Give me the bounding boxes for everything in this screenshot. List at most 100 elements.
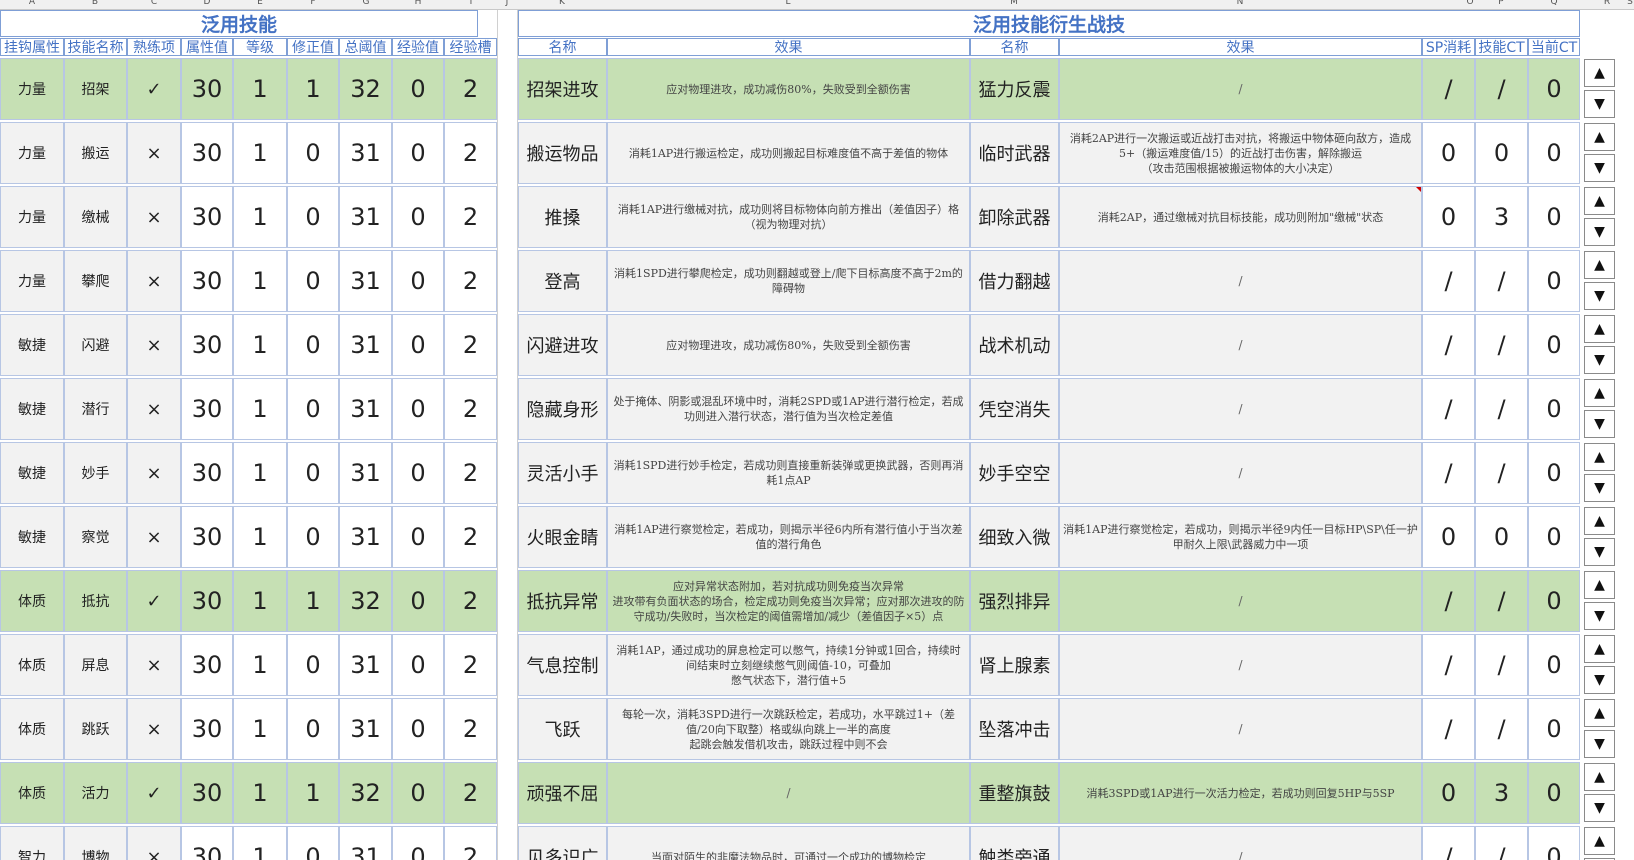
spin-up-button[interactable]: ▲ — [1584, 59, 1615, 87]
derived-effect-cell[interactable]: 应对异常状态附加，若对抗成功则免疫当次异常 进攻带有负面状态的场合，检定成功则免… — [607, 570, 970, 632]
spin-up-button[interactable]: ▲ — [1584, 571, 1615, 599]
exp-cell[interactable]: 0 — [392, 314, 444, 376]
tech-effect-cell[interactable]: 消耗2AP，通过缴械对抗目标技能，成功则附加"缴械"状态 — [1059, 186, 1422, 248]
total-cell[interactable]: 31 — [339, 506, 392, 568]
val-cell[interactable]: 30 — [181, 506, 233, 568]
sp-cell[interactable]: / — [1422, 314, 1475, 376]
mod-cell[interactable]: 0 — [287, 826, 339, 860]
lvl-cell[interactable]: 1 — [233, 58, 287, 120]
spin-up-button[interactable]: ▲ — [1584, 699, 1615, 727]
proficiency-cell[interactable]: × — [127, 314, 181, 376]
proficiency-cell[interactable]: × — [127, 250, 181, 312]
spin-down-button[interactable]: ▼ — [1584, 90, 1615, 118]
cur-cell[interactable]: 0 — [1528, 570, 1580, 632]
tech-effect-cell[interactable]: / — [1059, 250, 1422, 312]
mod-cell[interactable]: 0 — [287, 314, 339, 376]
total-cell[interactable]: 32 — [339, 762, 392, 824]
ct-cell[interactable]: / — [1475, 250, 1528, 312]
tech-name-cell[interactable]: 凭空消失 — [970, 378, 1059, 440]
mod-cell[interactable]: 0 — [287, 378, 339, 440]
comment-indicator[interactable] — [1416, 187, 1421, 192]
slot-cell[interactable]: 2 — [444, 634, 497, 696]
spin-down-button[interactable]: ▼ — [1584, 730, 1615, 758]
cur-cell[interactable]: 0 — [1528, 762, 1580, 824]
lvl-cell[interactable]: 1 — [233, 570, 287, 632]
total-cell[interactable]: 31 — [339, 314, 392, 376]
derived-name-cell[interactable]: 闪避进攻 — [518, 314, 607, 376]
tech-effect-cell[interactable]: 消耗1AP进行察觉检定，若成功，则揭示半径9内任一目标HP\SP\任一护甲耐久上… — [1059, 506, 1422, 568]
tech-name-cell[interactable]: 重整旗鼓 — [970, 762, 1059, 824]
sp-cell[interactable]: 0 — [1422, 762, 1475, 824]
spin-up-button[interactable]: ▲ — [1584, 763, 1615, 791]
total-cell[interactable]: 31 — [339, 378, 392, 440]
derived-effect-cell[interactable]: 消耗1AP进行察觉检定，若成功，则揭示半径6内所有潜行值小于当次差值的潜行角色 — [607, 506, 970, 568]
tech-effect-cell[interactable]: 消耗3SPD或1AP进行一次活力检定，若成功则回复5HP与5SP — [1059, 762, 1422, 824]
sp-cell[interactable]: 0 — [1422, 186, 1475, 248]
tech-name-cell[interactable]: 妙手空空 — [970, 442, 1059, 504]
lvl-cell[interactable]: 1 — [233, 250, 287, 312]
derived-name-cell[interactable]: 灵活小手 — [518, 442, 607, 504]
skill-name-cell[interactable]: 察觉 — [64, 506, 127, 568]
attr-cell[interactable]: 敏捷 — [0, 378, 64, 440]
lvl-cell[interactable]: 1 — [233, 634, 287, 696]
sp-cell[interactable]: / — [1422, 442, 1475, 504]
skill-name-cell[interactable]: 抵抗 — [64, 570, 127, 632]
val-cell[interactable]: 30 — [181, 634, 233, 696]
slot-cell[interactable]: 2 — [444, 314, 497, 376]
proficiency-cell[interactable]: × — [127, 506, 181, 568]
mod-cell[interactable]: 0 — [287, 250, 339, 312]
derived-name-cell[interactable]: 火眼金睛 — [518, 506, 607, 568]
exp-cell[interactable]: 0 — [392, 506, 444, 568]
spin-up-button[interactable]: ▲ — [1584, 123, 1615, 151]
total-cell[interactable]: 31 — [339, 250, 392, 312]
lvl-cell[interactable]: 1 — [233, 442, 287, 504]
mod-cell[interactable]: 0 — [287, 186, 339, 248]
spin-down-button[interactable]: ▼ — [1584, 666, 1615, 694]
total-cell[interactable]: 31 — [339, 186, 392, 248]
cur-cell[interactable]: 0 — [1528, 506, 1580, 568]
exp-cell[interactable]: 0 — [392, 250, 444, 312]
tech-effect-cell[interactable]: / — [1059, 570, 1422, 632]
tech-name-cell[interactable]: 临时武器 — [970, 122, 1059, 184]
sp-cell[interactable]: / — [1422, 250, 1475, 312]
exp-cell[interactable]: 0 — [392, 442, 444, 504]
derived-name-cell[interactable]: 抵抗异常 — [518, 570, 607, 632]
derived-effect-cell[interactable]: 每轮一次，消耗3SPD进行一次跳跃检定，若成功，水平跳过1+（差值/20向下取整… — [607, 698, 970, 760]
spin-up-button[interactable]: ▲ — [1584, 315, 1615, 343]
tech-effect-cell[interactable]: / — [1059, 634, 1422, 696]
ct-cell[interactable]: 0 — [1475, 506, 1528, 568]
attr-cell[interactable]: 体质 — [0, 698, 64, 760]
derived-name-cell[interactable]: 气息控制 — [518, 634, 607, 696]
tech-name-cell[interactable]: 触类旁通 — [970, 826, 1059, 860]
proficiency-cell[interactable]: × — [127, 122, 181, 184]
derived-effect-cell[interactable]: 处于掩体、阴影或混乱环境中时，消耗2SPD或1AP进行潜行检定，若成功则进入潜行… — [607, 378, 970, 440]
ct-cell[interactable]: / — [1475, 826, 1528, 860]
spin-down-button[interactable]: ▼ — [1584, 538, 1615, 566]
val-cell[interactable]: 30 — [181, 186, 233, 248]
lvl-cell[interactable]: 1 — [233, 186, 287, 248]
total-cell[interactable]: 31 — [339, 826, 392, 860]
spin-down-button[interactable]: ▼ — [1584, 218, 1615, 246]
exp-cell[interactable]: 0 — [392, 58, 444, 120]
proficiency-cell[interactable]: × — [127, 442, 181, 504]
slot-cell[interactable]: 2 — [444, 698, 497, 760]
tech-name-cell[interactable]: 借力翻越 — [970, 250, 1059, 312]
proficiency-cell[interactable]: × — [127, 186, 181, 248]
cur-cell[interactable]: 0 — [1528, 250, 1580, 312]
spin-down-button[interactable]: ▼ — [1584, 794, 1615, 822]
slot-cell[interactable]: 2 — [444, 250, 497, 312]
sp-cell[interactable]: / — [1422, 378, 1475, 440]
slot-cell[interactable]: 2 — [444, 570, 497, 632]
skill-name-cell[interactable]: 缴械 — [64, 186, 127, 248]
proficiency-cell[interactable]: × — [127, 826, 181, 860]
exp-cell[interactable]: 0 — [392, 698, 444, 760]
derived-name-cell[interactable]: 搬运物品 — [518, 122, 607, 184]
slot-cell[interactable]: 2 — [444, 826, 497, 860]
slot-cell[interactable]: 2 — [444, 378, 497, 440]
mod-cell[interactable]: 0 — [287, 698, 339, 760]
proficiency-cell[interactable]: × — [127, 698, 181, 760]
tech-effect-cell[interactable]: / — [1059, 58, 1422, 120]
cur-cell[interactable]: 0 — [1528, 122, 1580, 184]
sp-cell[interactable]: / — [1422, 698, 1475, 760]
total-cell[interactable]: 31 — [339, 698, 392, 760]
